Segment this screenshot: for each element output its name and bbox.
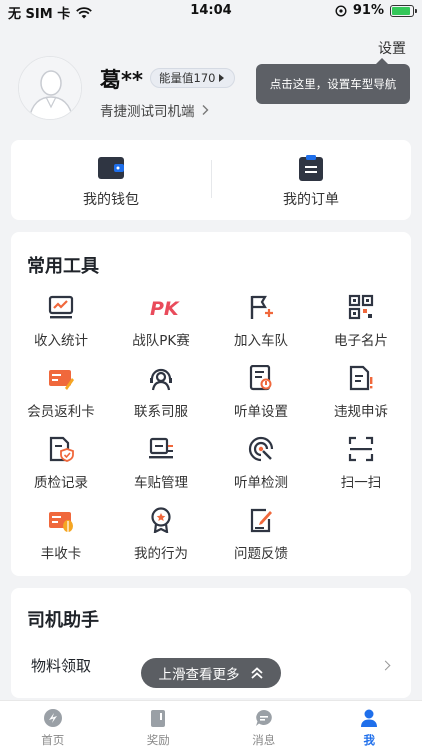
scroll-more-hint[interactable]: 上滑查看更多 — [141, 658, 281, 688]
tool-join-fleet[interactable]: 加入车队 — [211, 294, 311, 360]
tool-car-sticker[interactable]: 车贴管理 — [111, 436, 211, 502]
tab-label: 首页 — [41, 733, 65, 747]
tool-label: 会员返利卡 — [27, 404, 95, 420]
tools-card: 常用工具 收入统计 PK 战队PK赛 加入车队 电子名片 会员返利卡 联系司服 … — [11, 232, 411, 576]
scan-icon — [348, 436, 374, 462]
tool-label: 加入车队 — [234, 333, 288, 349]
tool-harvest-card[interactable]: 丰收卡 — [11, 507, 111, 573]
tool-label: 我的行为 — [134, 546, 188, 562]
location-lock-icon — [335, 4, 347, 17]
subtitle-text: 青捷测试司机端 — [100, 104, 195, 120]
vehicle-nav-tooltip[interactable]: 点击这里，设置车型导航 — [256, 58, 410, 104]
tab-label: 消息 — [252, 733, 276, 747]
tool-income-stats[interactable]: 收入统计 — [11, 294, 111, 360]
tool-contact-service[interactable]: 联系司服 — [111, 365, 211, 431]
profile-icon — [361, 709, 378, 727]
tool-label: 电子名片 — [334, 333, 388, 349]
behavior-badge-icon — [151, 507, 171, 533]
chevron-right-icon — [202, 105, 208, 115]
user-name: 葛** — [100, 68, 143, 92]
settings-link[interactable]: 设置 — [378, 38, 406, 58]
tab-home[interactable]: 首页 — [0, 701, 106, 750]
order-detect-icon — [248, 436, 274, 462]
message-icon — [255, 710, 272, 726]
member-card-icon — [49, 370, 74, 390]
chevron-right-icon — [380, 660, 391, 671]
tool-my-behavior[interactable]: 我的行为 — [111, 507, 211, 573]
energy-badge[interactable]: 能量值170 — [150, 68, 236, 88]
tool-label: 扫一扫 — [340, 475, 382, 491]
tool-scan[interactable]: 扫一扫 — [311, 436, 411, 502]
home-logo-icon — [43, 709, 62, 727]
tool-inspection-record[interactable]: 质检记录 — [11, 436, 111, 502]
wallet-label: 我的钱包 — [83, 192, 139, 208]
play-arrow-icon — [219, 74, 225, 82]
battery-percent: 91% — [352, 3, 384, 18]
bottom-tab-bar: 首页 奖励 消息 我 — [0, 700, 422, 750]
materials-label: 物料领取 — [31, 657, 92, 675]
orders-button[interactable]: 我的订单 — [211, 140, 411, 220]
car-sticker-icon — [149, 437, 173, 459]
tool-label: 听单检测 — [234, 475, 288, 491]
tool-member-card[interactable]: 会员返利卡 — [11, 365, 111, 431]
avatar[interactable] — [18, 56, 82, 120]
tool-label: 战队PK赛 — [132, 333, 190, 349]
tab-label: 奖励 — [146, 733, 170, 747]
tool-label: 丰收卡 — [40, 546, 82, 562]
feedback-edit-icon — [250, 508, 272, 533]
tool-business-card[interactable]: 电子名片 — [311, 294, 411, 360]
tool-feedback[interactable]: 问题反馈 — [211, 507, 311, 573]
tab-rewards[interactable]: 奖励 — [106, 701, 212, 750]
income-chart-icon — [48, 295, 74, 319]
tool-label: 质检记录 — [34, 475, 88, 491]
scroll-hint-label: 上滑查看更多 — [158, 667, 240, 683]
tool-violation-appeal[interactable]: 违规申诉 — [311, 365, 411, 431]
tab-messages[interactable]: 消息 — [211, 701, 317, 750]
tool-label: 车贴管理 — [134, 475, 188, 491]
quick-actions-card: 我的钱包 我的订单 — [11, 140, 411, 220]
flag-plus-icon — [250, 295, 273, 319]
energy-label: 能量值170 — [159, 71, 216, 85]
tool-order-settings[interactable]: 听单设置 — [211, 365, 311, 431]
tool-label: 违规申诉 — [334, 404, 388, 420]
harvest-card-icon — [49, 512, 73, 532]
tool-team-pk[interactable]: PK 战队PK赛 — [111, 294, 211, 360]
svg-text:PK: PK — [150, 298, 180, 320]
appeal-document-icon — [349, 365, 373, 391]
wallet-button[interactable]: 我的钱包 — [11, 140, 211, 220]
inspection-record-icon — [49, 436, 74, 462]
qr-code-icon — [348, 294, 374, 320]
tab-profile[interactable]: 我 — [317, 701, 422, 750]
battery-icon — [390, 4, 417, 17]
double-chevron-up-icon — [250, 667, 263, 679]
orders-label: 我的订单 — [283, 192, 339, 208]
tool-label: 问题反馈 — [234, 546, 288, 562]
tool-order-detect[interactable]: 听单检测 — [211, 436, 311, 502]
default-avatar-icon — [19, 57, 81, 119]
reward-icon — [151, 710, 166, 727]
tools-title: 常用工具 — [27, 256, 99, 277]
tool-label: 听单设置 — [234, 404, 288, 420]
tab-label: 我 — [363, 733, 376, 747]
tool-label: 收入统计 — [34, 333, 88, 349]
assistant-title: 司机助手 — [27, 610, 99, 631]
order-settings-icon — [249, 365, 272, 391]
tool-label: 联系司服 — [134, 404, 188, 420]
pk-icon: PK — [150, 298, 180, 320]
customer-service-icon — [150, 368, 172, 391]
wallet-icon — [98, 157, 124, 179]
status-bar: 无 SIM 卡 14:04 91% — [0, 0, 422, 24]
user-subtitle[interactable]: 青捷测试司机端 — [100, 100, 209, 120]
order-clipboard-icon — [299, 155, 323, 181]
